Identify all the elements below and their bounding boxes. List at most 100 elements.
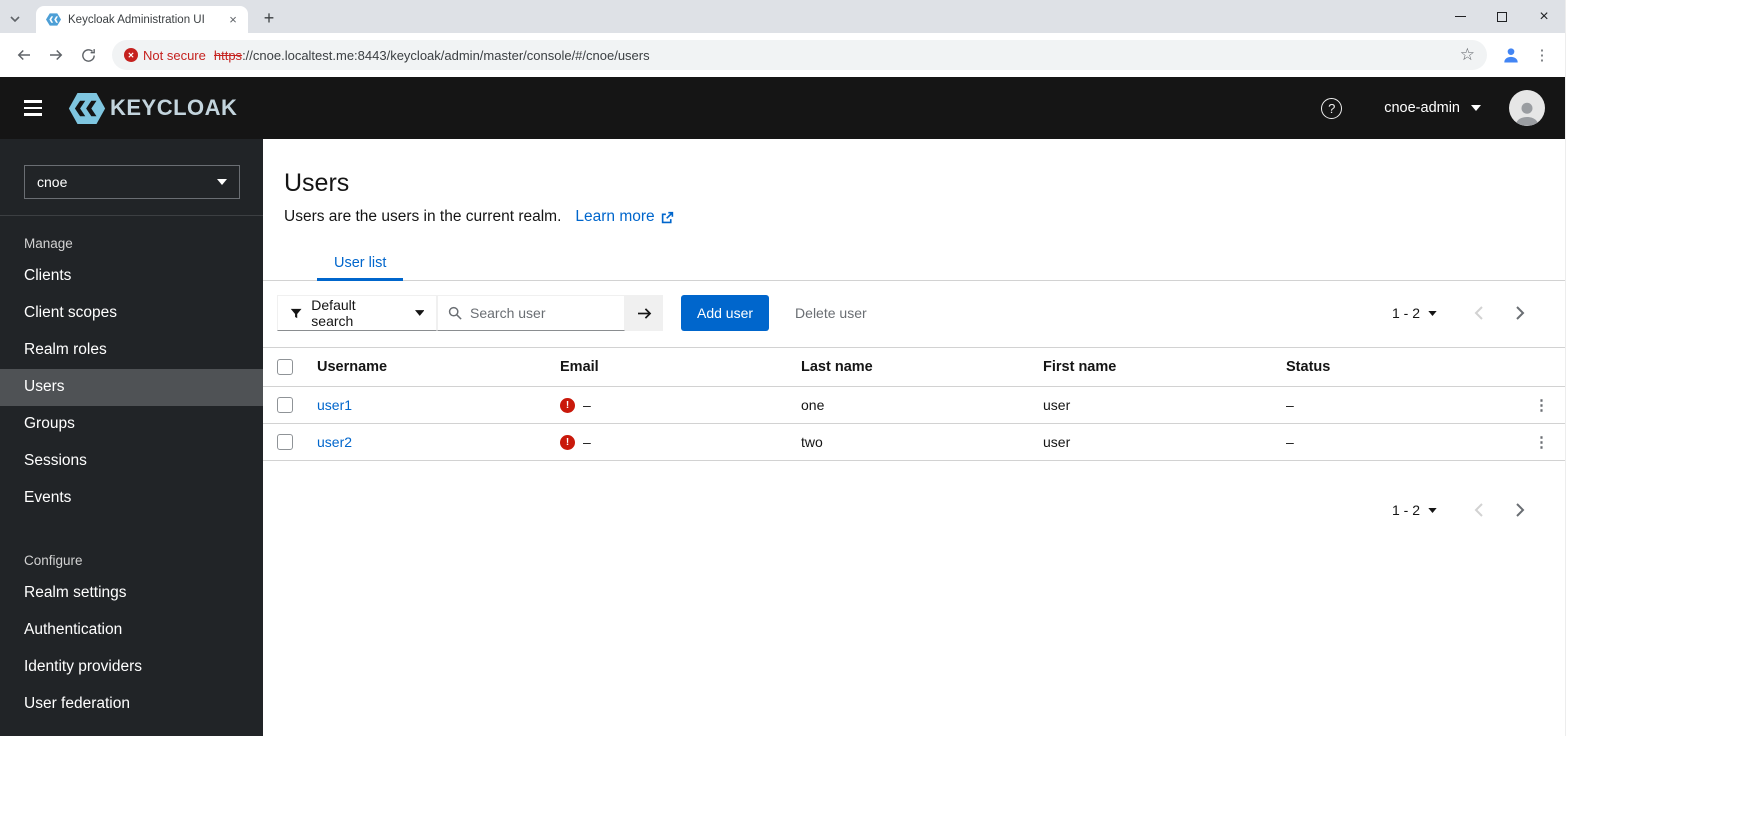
sidebar-nav: Manage Clients Client scopes Realm roles…	[0, 215, 263, 723]
new-tab-button[interactable]: +	[256, 5, 282, 31]
first-name-value: user	[1043, 397, 1071, 413]
window-close-button[interactable]: ×	[1523, 0, 1565, 33]
search-user-box	[437, 295, 625, 331]
keycloak-favicon-icon	[46, 12, 61, 27]
sidebar-item-users[interactable]: Users	[0, 369, 263, 406]
keycloak-masthead: KEYCLOAK ? cnoe-admin	[0, 77, 1565, 139]
window-maximize-button[interactable]	[1481, 0, 1523, 33]
sidebar-item-identity-providers[interactable]: Identity providers	[0, 649, 263, 686]
page-header: Users Users are the users in the current…	[263, 139, 1565, 226]
window-controls: ×	[1439, 0, 1565, 33]
chevron-down-icon	[1428, 310, 1437, 316]
chevron-right-icon	[1515, 306, 1524, 320]
nav-section-label: Manage	[24, 236, 73, 251]
sidebar-item-realm-settings[interactable]: Realm settings	[0, 575, 263, 612]
col-header-email: Email	[560, 359, 599, 375]
row-checkbox[interactable]	[277, 434, 293, 450]
browser-tab[interactable]: Keycloak Administration UI ×	[36, 6, 248, 33]
forward-icon[interactable]	[42, 41, 70, 69]
nav-section-label: Configure	[24, 553, 83, 568]
tabs: User list	[263, 247, 1565, 281]
keycloak-brand-text: KEYCLOAK	[110, 95, 238, 120]
col-header-username: Username	[317, 359, 388, 375]
tab-user-list[interactable]: User list	[317, 247, 404, 281]
last-name-value: one	[801, 397, 825, 413]
app-body: cnoe Manage Clients Client scopes Realm …	[0, 139, 1565, 736]
pagination-prev-button[interactable]	[1457, 492, 1499, 528]
sidebar-item-client-scopes[interactable]: Client scopes	[0, 295, 263, 332]
bookmark-star-icon[interactable]: ☆	[1456, 45, 1479, 65]
chevron-down-icon	[414, 310, 425, 316]
select-all-checkbox[interactable]	[277, 359, 293, 375]
chevron-down-icon	[1471, 105, 1481, 111]
pagination-menu-toggle[interactable]: 1 - 2	[1392, 502, 1437, 518]
delete-user-button[interactable]: Delete user	[795, 305, 867, 321]
url-rest: ://cnoe.localtest.me:8443/keycloak/admin…	[242, 47, 650, 63]
pagination-next-button[interactable]	[1499, 295, 1541, 331]
page-title: Users	[284, 169, 350, 197]
pagination-bottom: 1 - 2	[263, 492, 1565, 528]
browser-address-bar: ✕ Not secure https://cnoe.localtest.me:8…	[0, 33, 1565, 77]
arrow-right-icon	[637, 307, 651, 319]
first-name-value: user	[1043, 434, 1071, 450]
table-header-row: Username Email Last name First name Stat…	[263, 347, 1565, 387]
sidebar-item-realm-roles[interactable]: Realm roles	[0, 332, 263, 369]
table-row: user1 ! – one user – ⋮	[263, 387, 1565, 424]
sidebar-item-sessions[interactable]: Sessions	[0, 443, 263, 480]
search-user-input[interactable]	[470, 305, 614, 321]
not-secure-icon: ✕	[124, 48, 138, 62]
row-kebab-icon[interactable]: ⋮	[1534, 396, 1549, 414]
last-name-value: two	[801, 434, 823, 450]
sidebar-item-clients[interactable]: Clients	[0, 258, 263, 295]
filter-funnel-icon	[290, 308, 302, 318]
realm-selector[interactable]: cnoe	[24, 165, 240, 199]
browser-menu-kebab-icon[interactable]: ⋮	[1529, 46, 1555, 64]
tab-search-chevron-icon[interactable]	[10, 9, 20, 27]
help-icon[interactable]: ?	[1321, 97, 1343, 119]
not-secure-badge[interactable]: ✕ Not secure	[124, 48, 206, 63]
username-link[interactable]: user1	[317, 397, 352, 413]
col-header-first-name: First name	[1043, 359, 1117, 375]
user-menu[interactable]: cnoe-admin	[1384, 100, 1481, 116]
page-subtitle-row: Users are the users in the current realm…	[284, 208, 1541, 226]
status-value: –	[1286, 397, 1294, 413]
pagination-range: 1 - 2	[1391, 502, 1420, 518]
search-type-label: Default search	[311, 297, 356, 329]
keycloak-brand[interactable]: KEYCLOAK	[68, 92, 237, 125]
url-bar[interactable]: ✕ Not secure https://cnoe.localtest.me:8…	[112, 40, 1487, 70]
sidebar-item-authentication[interactable]: Authentication	[0, 612, 263, 649]
sidebar-item-user-federation[interactable]: User federation	[0, 686, 263, 723]
window-minimize-button[interactable]	[1439, 0, 1481, 33]
back-icon[interactable]	[10, 41, 38, 69]
reload-icon[interactable]	[74, 41, 102, 69]
not-secure-label: Not secure	[143, 47, 206, 63]
search-type-dropdown[interactable]: Default search	[277, 295, 437, 331]
chevron-down-icon	[1428, 507, 1437, 513]
profile-icon[interactable]	[1497, 41, 1525, 69]
pagination-prev-button[interactable]	[1457, 295, 1499, 331]
tab-title: Keycloak Administration UI	[68, 13, 205, 26]
search-submit-button[interactable]	[625, 295, 663, 331]
row-checkbox[interactable]	[277, 397, 293, 413]
status-value: –	[1286, 434, 1294, 450]
row-kebab-icon[interactable]: ⋮	[1534, 433, 1549, 451]
username-link[interactable]: user2	[317, 434, 352, 450]
pagination-next-button[interactable]	[1499, 492, 1541, 528]
add-user-button[interactable]: Add user	[681, 295, 770, 331]
sidebar-item-groups[interactable]: Groups	[0, 406, 263, 443]
col-header-status: Status	[1286, 359, 1331, 375]
tab-close-icon[interactable]: ×	[225, 12, 241, 28]
nav-toggle-hamburger-icon[interactable]	[20, 94, 46, 121]
chevron-left-icon	[1474, 306, 1483, 320]
sidebar-item-events[interactable]: Events	[0, 480, 263, 517]
pagination-menu-toggle[interactable]: 1 - 2	[1392, 305, 1437, 321]
learn-more-label: Learn more	[575, 208, 655, 225]
avatar[interactable]	[1509, 90, 1545, 126]
pagination-top: 1 - 2	[1392, 295, 1545, 331]
realm-selector-label: cnoe	[37, 174, 68, 190]
email-value: –	[583, 397, 591, 413]
table-row: user2 ! – two user – ⋮	[263, 424, 1565, 461]
sidebar: cnoe Manage Clients Client scopes Realm …	[0, 139, 263, 736]
learn-more-link[interactable]: Learn more	[575, 208, 673, 226]
nav-section-configure: Configure Realm settings Authentication …	[0, 539, 263, 723]
